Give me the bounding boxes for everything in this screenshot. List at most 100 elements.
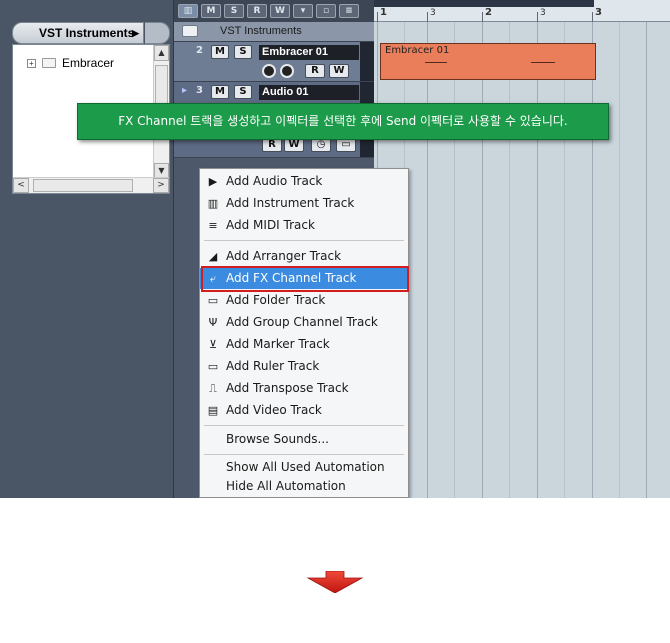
instrument-track-icon: ▥ — [207, 197, 219, 210]
folder-icon — [42, 58, 56, 68]
menu-item-browse-sounds[interactable]: Browse Sounds... — [200, 429, 408, 450]
menu-separator — [204, 425, 404, 426]
menu-separator — [204, 240, 404, 241]
solo-button[interactable]: S — [234, 85, 252, 99]
mute-button[interactable]: M — [211, 45, 229, 59]
chevron-right-icon: ▶ — [132, 28, 139, 38]
play-icon: ▸ — [182, 85, 188, 96]
toolbar-mute-button[interactable]: M — [201, 4, 221, 18]
menu-item-add-folder-track[interactable]: ▭ Add Folder Track — [200, 290, 408, 311]
menu-item-label: Add Transpose Track — [226, 381, 349, 395]
dropdown-icon[interactable]: ▾ — [293, 4, 313, 18]
scroll-thumb[interactable] — [155, 65, 168, 105]
track-name-field[interactable]: Audio 01 — [259, 85, 359, 100]
lock-icon[interactable]: ▭ — [336, 138, 356, 152]
track-list-toolbar: ▥ M S R W ▾ ▫ ≡ — [174, 0, 374, 22]
expand-icon[interactable]: + — [27, 58, 36, 68]
menu-item-add-marker-track[interactable]: ⊻ Add Marker Track — [200, 334, 408, 355]
group-channel-icon: Ψ — [208, 316, 218, 329]
down-arrow-icon — [306, 571, 364, 593]
menu-item-add-arranger-track[interactable]: ◢ Add Arranger Track — [200, 246, 408, 267]
video-track-icon: ▤ — [207, 404, 219, 417]
arrange-window[interactable]: 1 3 2 3 3 Embracer 01 — [374, 0, 670, 498]
menu-item-label: Add Marker Track — [226, 337, 330, 351]
keyboard-icon[interactable]: ▥ — [178, 4, 198, 18]
menu-item-label: Add Folder Track — [226, 293, 326, 307]
audio-track-icon: ▶ — [208, 175, 218, 188]
h-scroll-thumb[interactable] — [33, 179, 133, 192]
read-button[interactable]: R — [262, 138, 282, 152]
ruler-icon: ▭ — [207, 360, 219, 373]
folder-icon: ▭ — [207, 294, 219, 307]
scroll-left-icon[interactable]: < — [13, 178, 29, 193]
cubase-project-window: VST Instruments ▶ + Embracer ▲ ▼ < > ▥ M… — [0, 0, 670, 498]
ruler-mark: 3 — [595, 7, 602, 18]
add-track-context-menu: ▶ Add Audio Track ▥ Add Instrument Track… — [199, 168, 409, 498]
menu-item-label: Hide All Automation — [226, 479, 346, 493]
event-name: Embracer 01 — [385, 45, 450, 56]
marker-icon: ⊻ — [208, 338, 218, 351]
monitor-icon[interactable] — [280, 64, 294, 78]
menu-item-label: Add Arranger Track — [226, 249, 342, 263]
mute-button[interactable]: M — [211, 85, 229, 99]
solo-button[interactable]: S — [234, 45, 252, 59]
toolbar-read-button[interactable]: R — [247, 4, 267, 18]
menu-item-label: Show All Used Automation — [226, 460, 385, 474]
menu-item-label: Browse Sounds... — [226, 432, 329, 446]
horizontal-scrollbar[interactable]: < > — [13, 177, 169, 193]
track-color-strip — [360, 42, 374, 81]
track-folder-vst-instruments[interactable]: VST Instruments — [174, 22, 374, 42]
menu-item-add-instrument-track[interactable]: ▥ Add Instrument Track — [200, 193, 408, 214]
vst-header-tab-end — [145, 22, 170, 44]
scroll-up-icon[interactable]: ▲ — [154, 45, 169, 61]
menu-item-label: Add Ruler Track — [226, 359, 320, 373]
window-icon[interactable]: ▫ — [316, 4, 336, 18]
cycle-bar[interactable] — [374, 0, 594, 7]
folder-track-name: VST Instruments — [220, 25, 302, 37]
highlight-box — [201, 266, 409, 292]
menu-item-hide-all-automation[interactable]: Hide All Automation — [200, 476, 408, 497]
vst-instruments-header[interactable]: VST Instruments ▶ — [12, 22, 144, 44]
menu-item-label: Add MIDI Track — [226, 218, 315, 232]
menu-item-label: Add Video Track — [226, 403, 322, 417]
midi-event-embracer[interactable]: Embracer 01 — [380, 43, 596, 80]
menu-item-add-audio-track[interactable]: ▶ Add Audio Track — [200, 171, 408, 192]
menu-item-show-all-used-automation[interactable]: Show All Used Automation — [200, 457, 408, 478]
track-name-field[interactable]: Embracer 01 — [259, 45, 359, 60]
ruler-mark: 3 — [430, 8, 436, 18]
menu-item-label: Add Instrument Track — [226, 196, 355, 210]
menu-item-label: Add Group Channel Track — [226, 315, 378, 329]
ruler-mark: 2 — [485, 7, 492, 18]
vst-header-label: VST Instruments — [39, 26, 135, 40]
menu-item-add-transpose-track[interactable]: ⎍ Add Transpose Track — [200, 378, 408, 399]
toolbar-solo-button[interactable]: S — [224, 4, 244, 18]
clock-icon[interactable]: ◷ — [311, 138, 331, 152]
list-icon[interactable]: ≡ — [339, 4, 359, 18]
inspector-panel: VST Instruments ▶ + Embracer ▲ ▼ < > — [0, 0, 174, 498]
toolbar-write-button[interactable]: W — [270, 4, 290, 18]
menu-item-add-midi-track[interactable]: ≡ Add MIDI Track — [200, 215, 408, 236]
transpose-icon: ⎍ — [209, 382, 217, 395]
menu-item-add-group-channel-track[interactable]: Ψ Add Group Channel Track — [200, 312, 408, 333]
tree-item-label: Embracer — [62, 56, 115, 70]
track-number: 2 — [196, 45, 203, 56]
arranger-track-icon: ◢ — [208, 250, 218, 263]
ruler-mark: 3 — [540, 8, 546, 18]
menu-item-add-ruler-track[interactable]: ▭ Add Ruler Track — [200, 356, 408, 377]
track-number: 3 — [196, 85, 203, 96]
ruler-mark: 1 — [380, 7, 387, 18]
write-button[interactable]: W — [329, 64, 349, 78]
read-button[interactable]: R — [305, 64, 325, 78]
menu-item-label: Add Audio Track — [226, 174, 323, 188]
info-tooltip: FX Channel 트랙을 생성하고 이펙터를 선택한 후에 Send 이펙터… — [77, 103, 609, 140]
record-enable-icon[interactable] — [262, 64, 276, 78]
scroll-right-icon[interactable]: > — [153, 178, 169, 193]
tree-item-embracer[interactable]: + Embracer — [27, 55, 114, 71]
menu-item-add-video-track[interactable]: ▤ Add Video Track — [200, 400, 408, 421]
menu-separator — [204, 454, 404, 455]
midi-track-icon: ≡ — [208, 219, 218, 232]
timeline-ruler[interactable]: 1 3 2 3 3 — [374, 0, 670, 22]
track-instrument[interactable]: 2 M S Embracer 01 R W — [174, 42, 374, 82]
folder-icon — [182, 25, 198, 37]
write-button[interactable]: W — [284, 138, 304, 152]
